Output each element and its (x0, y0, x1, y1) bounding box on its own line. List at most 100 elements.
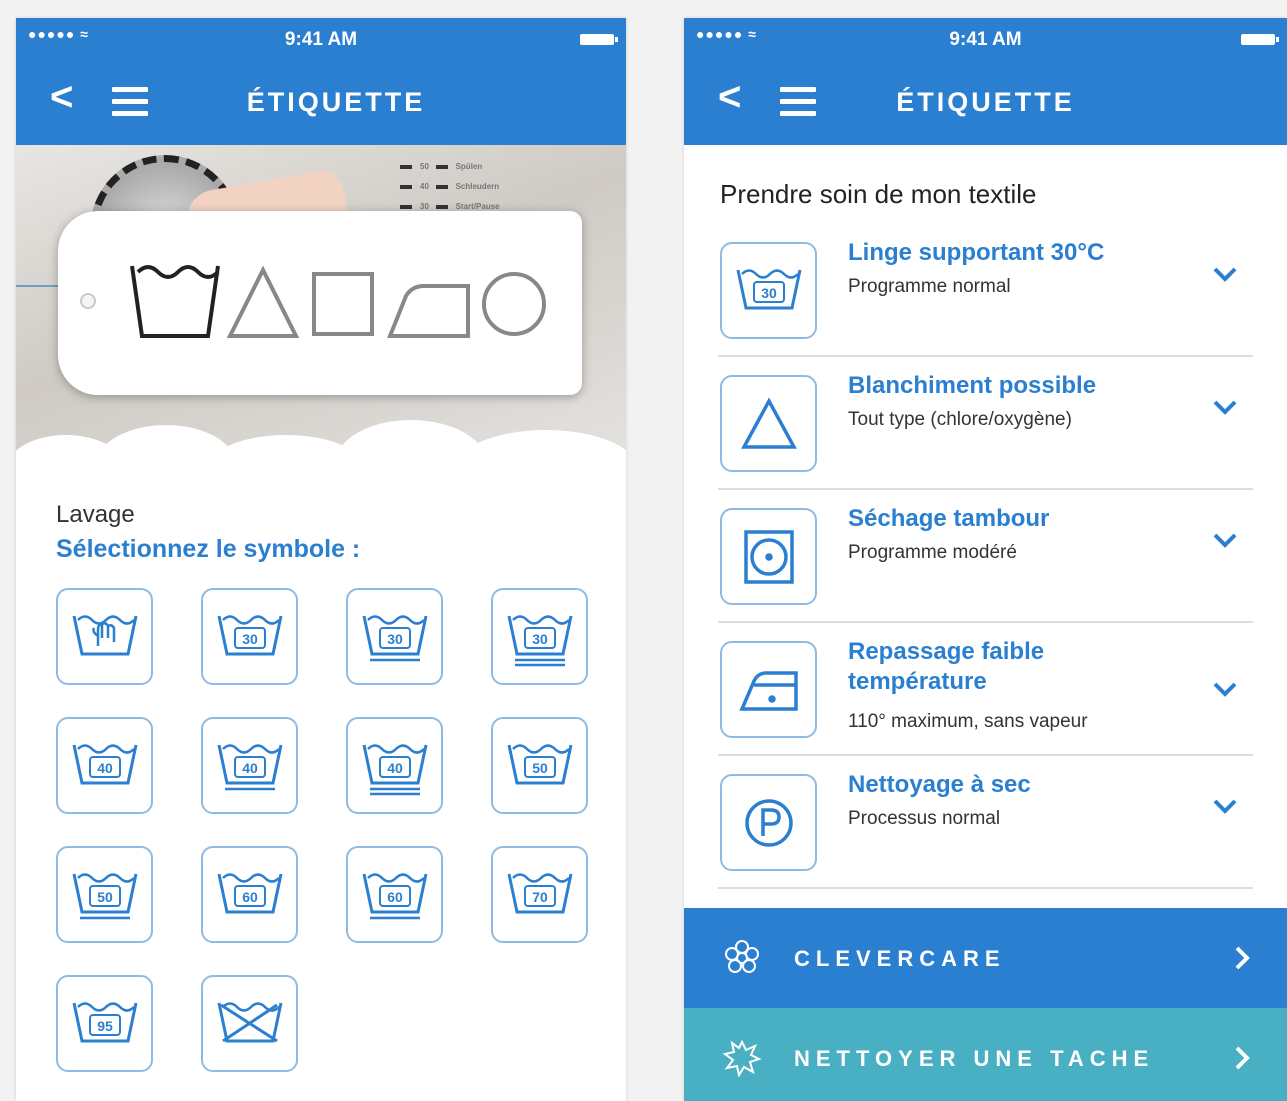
bleach-triangle-icon (226, 265, 300, 338)
wash-50-icon: 50 (507, 743, 572, 784)
wash-30-icon: 30 (217, 614, 282, 655)
care-item-title: Séchage tambour (848, 505, 1050, 532)
wash-symbol-button[interactable]: 40 (346, 717, 443, 814)
care-item-icon-box (720, 774, 817, 871)
status-bar: ●●●●● ≈ 9:41 AM (684, 18, 1287, 63)
section-label: Lavage (56, 501, 135, 528)
tumble-dry-icon (743, 529, 794, 584)
no-wash-icon (217, 1001, 282, 1042)
status-time: 9:41 AM (284, 29, 358, 50)
wash-symbol-button[interactable]: 60 (201, 846, 298, 943)
wash-60-mild-icon: 60 (362, 872, 427, 919)
stain-icon (722, 1039, 762, 1078)
wash-symbol-button[interactable]: 95 (56, 975, 153, 1072)
flower-icon (725, 940, 759, 973)
chevron-down-icon[interactable] (1205, 786, 1245, 826)
bleach-triangle-icon (740, 396, 797, 449)
chevron-right-icon (1235, 946, 1250, 970)
wash-temperature-label: 40 (242, 760, 258, 776)
status-time: 9:41 AM (949, 29, 1022, 50)
care-item-row[interactable]: Blanchiment possible Tout type (chlore/ox… (718, 357, 1253, 490)
care-item-subtitle: Programme modéré (848, 542, 1017, 563)
wash-temperature-label: 60 (387, 889, 403, 905)
wash-30-very-mild-icon: 30 (507, 614, 572, 666)
clevercare-label: CLEVERCARE (794, 946, 1006, 971)
care-item-subtitle: Tout type (chlore/oxygène) (848, 409, 1072, 430)
wash-symbol-button[interactable]: 30 (201, 588, 298, 685)
wash-temperature-label: 40 (387, 760, 403, 776)
dry-clean-p-icon (744, 798, 793, 847)
wash-temperature-label: 50 (532, 760, 548, 776)
wash-temperature-label: 30 (532, 631, 548, 647)
wash-30-mild-icon: 30 (362, 614, 427, 661)
care-item-icon-box (720, 508, 817, 605)
wash-40-icon: 40 (72, 743, 137, 784)
wash-symbol-button[interactable] (201, 975, 298, 1072)
iron-icon (387, 284, 470, 338)
page-title: ÉTIQUETTE (246, 87, 426, 117)
care-section-title: Prendre soin de mon textile (720, 179, 1037, 209)
header-bar: ●●●●● ≈ 9:41 AM < ÉTIQUETTE (16, 18, 626, 145)
wash-temperature-label: 50 (97, 889, 113, 905)
care-item-row[interactable]: Nettoyage à sec Processus normal (718, 756, 1253, 889)
wash-40-mild-icon: 40 (217, 743, 282, 790)
care-item-subtitle: Programme normal (848, 276, 1011, 297)
dry-square-icon (312, 272, 374, 336)
wash-tub-icon (130, 265, 220, 338)
page-title: ÉTIQUETTE (896, 87, 1075, 117)
wash-95-icon: 95 (72, 1001, 137, 1042)
care-item-title: Nettoyage à sec (848, 771, 1031, 798)
chevron-right-icon (1235, 1046, 1250, 1070)
wash-temperature-label: 30 (761, 285, 777, 301)
care-item-icon-box (720, 375, 817, 472)
care-item-title: Linge supportant 30°C (848, 239, 1105, 266)
machine-panel-legend: 50 Spülen 40 Schleudern 30 Start/Pause (400, 157, 500, 217)
wash-temperature-label: 40 (97, 760, 113, 776)
clean-stain-button[interactable]: NETTOYER UNE TACHE (684, 1008, 1287, 1101)
wash-50-mild-icon: 50 (72, 872, 137, 919)
wash-symbol-button[interactable]: 50 (491, 717, 588, 814)
care-item-title: Blanchiment possible (848, 372, 1097, 399)
wash-60-icon: 60 (217, 872, 282, 913)
header-bar: ●●●●● ≈ 9:41 AM < ÉTIQUETTE (684, 18, 1287, 145)
care-item-icon-box: 30 (720, 242, 817, 339)
hero-image: 50 Spülen 40 Schleudern 30 Start/Pause (16, 145, 626, 475)
wash-symbol-button[interactable]: 30 (491, 588, 588, 685)
right-phone-screen: ●●●●● ≈ 9:41 AM < ÉTIQUETTE Prendre soin… (684, 18, 1287, 1101)
chevron-down-icon[interactable] (1205, 387, 1245, 427)
care-instructions-list: 30 Linge supportant 30°C Programme normal B… (684, 224, 1287, 889)
iron-low-icon (738, 670, 798, 711)
wash-section: Lavage Sélectionnez le symbole : 30 30 30 4… (16, 475, 626, 1092)
battery-icon (580, 34, 618, 45)
chevron-down-icon[interactable] (1205, 520, 1245, 560)
wash-temperature-label: 60 (242, 889, 258, 905)
wash-70-icon: 70 (507, 872, 572, 913)
chevron-down-icon[interactable] (1205, 254, 1245, 294)
care-item-row[interactable]: Repassage faible température 110° maximum… (718, 623, 1253, 756)
care-symbols-strip (130, 265, 546, 338)
nav-bar: < ÉTIQUETTE (16, 63, 626, 145)
wash-symbol-button[interactable]: 40 (56, 717, 153, 814)
battery-icon (1241, 34, 1279, 45)
wash-symbol-button[interactable]: 70 (491, 846, 588, 943)
clevercare-button[interactable]: CLEVERCARE (684, 908, 1287, 1008)
tag-hole (80, 293, 96, 309)
wash-symbol-button[interactable]: 50 (56, 846, 153, 943)
left-phone-screen: ●●●●● ≈ 9:41 AM < ÉTIQUETTE 50 Spülen 40… (16, 18, 626, 1101)
wash-symbol-button[interactable]: 30 (346, 588, 443, 685)
wash-40-very-mild-icon: 40 (362, 743, 427, 795)
wash-symbol-button[interactable]: 40 (201, 717, 298, 814)
wash-symbol-grid: 30 30 30 40 40 40 50 50 60 60 70 95 (56, 588, 588, 1072)
care-item-row[interactable]: Séchage tambour Programme modéré (718, 490, 1253, 623)
care-item-icon-box (720, 641, 817, 738)
wash-symbol-button[interactable] (56, 588, 153, 685)
care-item-title: Repassage faible température (848, 638, 1045, 695)
care-item-row[interactable]: 30 Linge supportant 30°C Programme normal (718, 224, 1253, 357)
chevron-down-icon[interactable] (1205, 669, 1245, 709)
foam-decoration (16, 420, 626, 475)
care-label-tag (58, 211, 582, 395)
select-prompt: Sélectionnez le symbole : (56, 535, 361, 563)
wash-symbol-button[interactable]: 60 (346, 846, 443, 943)
wash-temperature-label: 70 (532, 889, 548, 905)
care-item-subtitle: Processus normal (848, 808, 1001, 829)
